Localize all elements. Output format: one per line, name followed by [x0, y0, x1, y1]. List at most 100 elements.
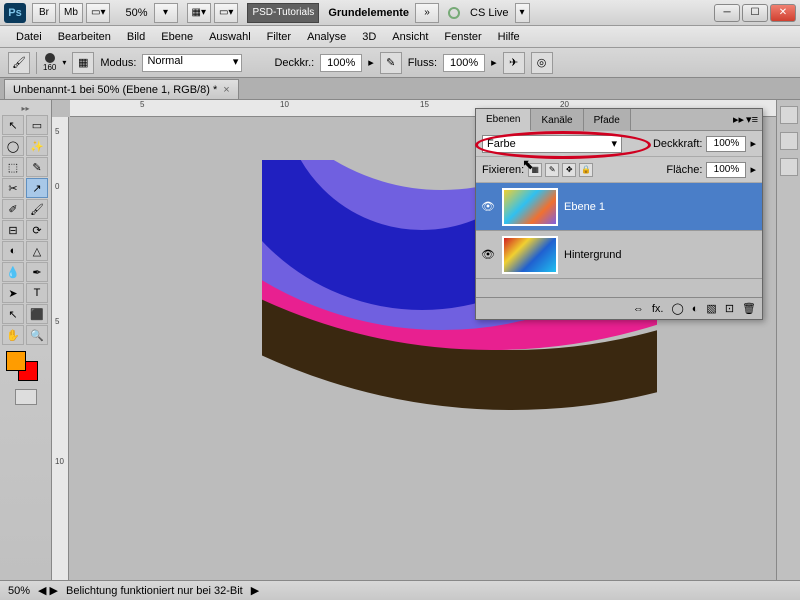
opacity-pressure-icon[interactable]: ✎ — [380, 52, 402, 74]
3d-camera-tool[interactable]: ⬛ — [26, 304, 48, 324]
cslive-dropdown[interactable]: ▾ — [515, 3, 530, 23]
brush-panel-toggle[interactable]: ▦ — [72, 52, 94, 74]
zoom-tool[interactable]: 🔍 — [26, 325, 48, 345]
adjustment-layer-icon[interactable]: ◐ — [692, 303, 699, 315]
eraser-tool[interactable]: ⊟ — [2, 220, 24, 240]
magic-wand-tool[interactable]: ✨ — [26, 136, 48, 156]
crop-tool[interactable]: ⬚ — [2, 157, 24, 177]
layer-thumbnail[interactable] — [502, 188, 558, 226]
tab-ebenen[interactable]: Ebenen — [476, 109, 531, 131]
menu-ansicht[interactable]: Ansicht — [384, 31, 436, 43]
maximize-button[interactable]: ☐ — [742, 4, 768, 22]
menu-ebene[interactable]: Ebene — [153, 31, 201, 43]
title-bar: Ps Br Mb ▭▾ 50% ▾ ▦▾ ▭▾ PSD-Tutorials Gr… — [0, 0, 800, 26]
menu-analyse[interactable]: Analyse — [299, 31, 354, 43]
layer-blend-mode-select[interactable]: Farbe▾ — [482, 135, 622, 153]
panel-collapse-icon[interactable]: ▸▸ — [733, 113, 744, 126]
tab-pfade[interactable]: Pfade — [584, 109, 631, 131]
eyedropper-tool[interactable]: ✎ — [26, 157, 48, 177]
shape-tool[interactable]: T — [26, 283, 48, 303]
dock-layers-icon[interactable] — [780, 158, 798, 176]
right-dock — [776, 100, 800, 580]
stamp-tool[interactable]: ✐ — [2, 199, 24, 219]
brush-tool[interactable]: ↗ — [26, 178, 48, 198]
minibridge-button[interactable]: Mb — [59, 3, 83, 23]
foreground-swatch[interactable] — [6, 351, 26, 371]
panel-menu-icon[interactable]: ▾≡ — [746, 113, 758, 126]
minimize-button[interactable]: ─ — [714, 4, 740, 22]
layer-opacity-input[interactable] — [706, 136, 746, 152]
menu-bild[interactable]: Bild — [119, 31, 153, 43]
dock-adjust-icon[interactable] — [780, 132, 798, 150]
lock-all-icon[interactable]: 🔒 — [579, 163, 593, 177]
screen-mode-button[interactable]: ▭▾ — [214, 3, 238, 23]
layer-fill-input[interactable] — [706, 162, 746, 178]
zoom-dropdown[interactable]: ▾ — [154, 3, 178, 23]
menu-fenster[interactable]: Fenster — [436, 31, 489, 43]
opacity-input[interactable] — [320, 54, 362, 72]
dock-color-icon[interactable] — [780, 106, 798, 124]
blur-tool[interactable]: △ — [26, 241, 48, 261]
toolbox: ▸▸ ↖ ▭ ◯ ✨ ⬚ ✎ ✂ ↗ ✐ 🖌 ⊟ ⟳ ◐ △ 💧 ✒ ➤ T ↖… — [0, 100, 52, 580]
ruler-vertical: 5 0 5 10 — [52, 117, 69, 580]
marquee-tool[interactable]: ▭ — [26, 115, 48, 135]
history-brush-tool[interactable]: 🖌 — [26, 199, 48, 219]
visibility-toggle-icon[interactable]: 👁 — [480, 199, 496, 215]
lock-pixels-icon[interactable]: ✎ — [545, 163, 559, 177]
new-layer-icon[interactable]: ⊡ — [725, 302, 734, 315]
type-tool[interactable]: ✒ — [26, 262, 48, 282]
hand-tool[interactable]: ✋ — [2, 325, 24, 345]
flow-input[interactable] — [443, 54, 485, 72]
bridge-button[interactable]: Br — [32, 3, 56, 23]
close-button[interactable]: ✕ — [770, 4, 796, 22]
fx-icon[interactable]: fx. — [652, 303, 664, 315]
mask-icon[interactable]: ◯ — [671, 302, 683, 315]
group-icon[interactable]: ▧ — [706, 302, 716, 315]
gradient-tool[interactable]: ⟳ — [26, 220, 48, 240]
menu-datei[interactable]: Datei — [8, 31, 50, 43]
layers-panel-footer: ⇔ fx. ◯ ◐ ▧ ⊡ 🗑 — [476, 297, 762, 319]
menu-filter[interactable]: Filter — [259, 31, 299, 43]
visibility-toggle-icon[interactable]: 👁 — [480, 247, 496, 263]
document-tab[interactable]: Unbenannt-1 bei 50% (Ebene 1, RGB/8) * × — [4, 79, 239, 99]
color-swatches[interactable] — [2, 351, 49, 385]
lock-position-icon[interactable]: ✥ — [562, 163, 576, 177]
path-select-tool[interactable]: ➤ — [2, 283, 24, 303]
tablet-pressure-icon[interactable]: ◎ — [531, 52, 553, 74]
breadcrumb-site[interactable]: PSD-Tutorials — [247, 3, 319, 23]
menu-bearbeiten[interactable]: Bearbeiten — [50, 31, 119, 43]
layer-row[interactable]: 👁 Hintergrund — [476, 231, 762, 279]
link-layers-icon[interactable]: ⇔ — [633, 303, 644, 315]
lock-transparency-icon[interactable]: ▦ — [528, 163, 542, 177]
quickmask-toggle[interactable] — [15, 389, 37, 405]
close-tab-icon[interactable]: × — [223, 84, 229, 96]
blend-mode-select[interactable]: Normal▾ — [142, 54, 242, 72]
more-chevron[interactable]: » — [415, 3, 439, 23]
menu-3d[interactable]: 3D — [354, 31, 384, 43]
status-zoom[interactable]: 50% — [8, 585, 30, 597]
view-extras-button[interactable]: ▭▾ — [86, 3, 110, 23]
layer-name[interactable]: Hintergrund — [564, 249, 621, 261]
pen-tool[interactable]: 💧 — [2, 262, 24, 282]
menu-hilfe[interactable]: Hilfe — [490, 31, 528, 43]
3d-tool[interactable]: ↖ — [2, 304, 24, 324]
cslive-label[interactable]: CS Live — [464, 7, 515, 19]
document-tab-title: Unbenannt-1 bei 50% (Ebene 1, RGB/8) * — [13, 84, 217, 96]
brush-preview-icon[interactable] — [45, 53, 55, 63]
tab-kanaele[interactable]: Kanäle — [531, 109, 583, 131]
dodge-tool[interactable]: ◐ — [2, 241, 24, 261]
menu-auswahl[interactable]: Auswahl — [201, 31, 259, 43]
layer-row[interactable]: 👁 Ebene 1 — [476, 183, 762, 231]
trash-icon[interactable]: 🗑 — [742, 302, 756, 315]
spot-heal-tool[interactable]: ✂ — [2, 178, 24, 198]
layer-name[interactable]: Ebene 1 — [564, 201, 605, 213]
arrange-button[interactable]: ▦▾ — [187, 3, 211, 23]
zoom-display[interactable]: 50% — [119, 7, 153, 19]
layer-thumbnail[interactable] — [502, 236, 558, 274]
current-tool-icon[interactable]: 🖌 — [8, 52, 30, 74]
options-bar: 🖌 160 ▾ ▦ Modus: Normal▾ Deckkr.: ▸ ✎ Fl… — [0, 48, 800, 78]
move-tool[interactable]: ↖ — [2, 115, 24, 135]
airbrush-icon[interactable]: ✈ — [503, 52, 525, 74]
toolbox-collapse-icon[interactable]: ▸▸ — [2, 104, 49, 113]
lasso-tool[interactable]: ◯ — [2, 136, 24, 156]
